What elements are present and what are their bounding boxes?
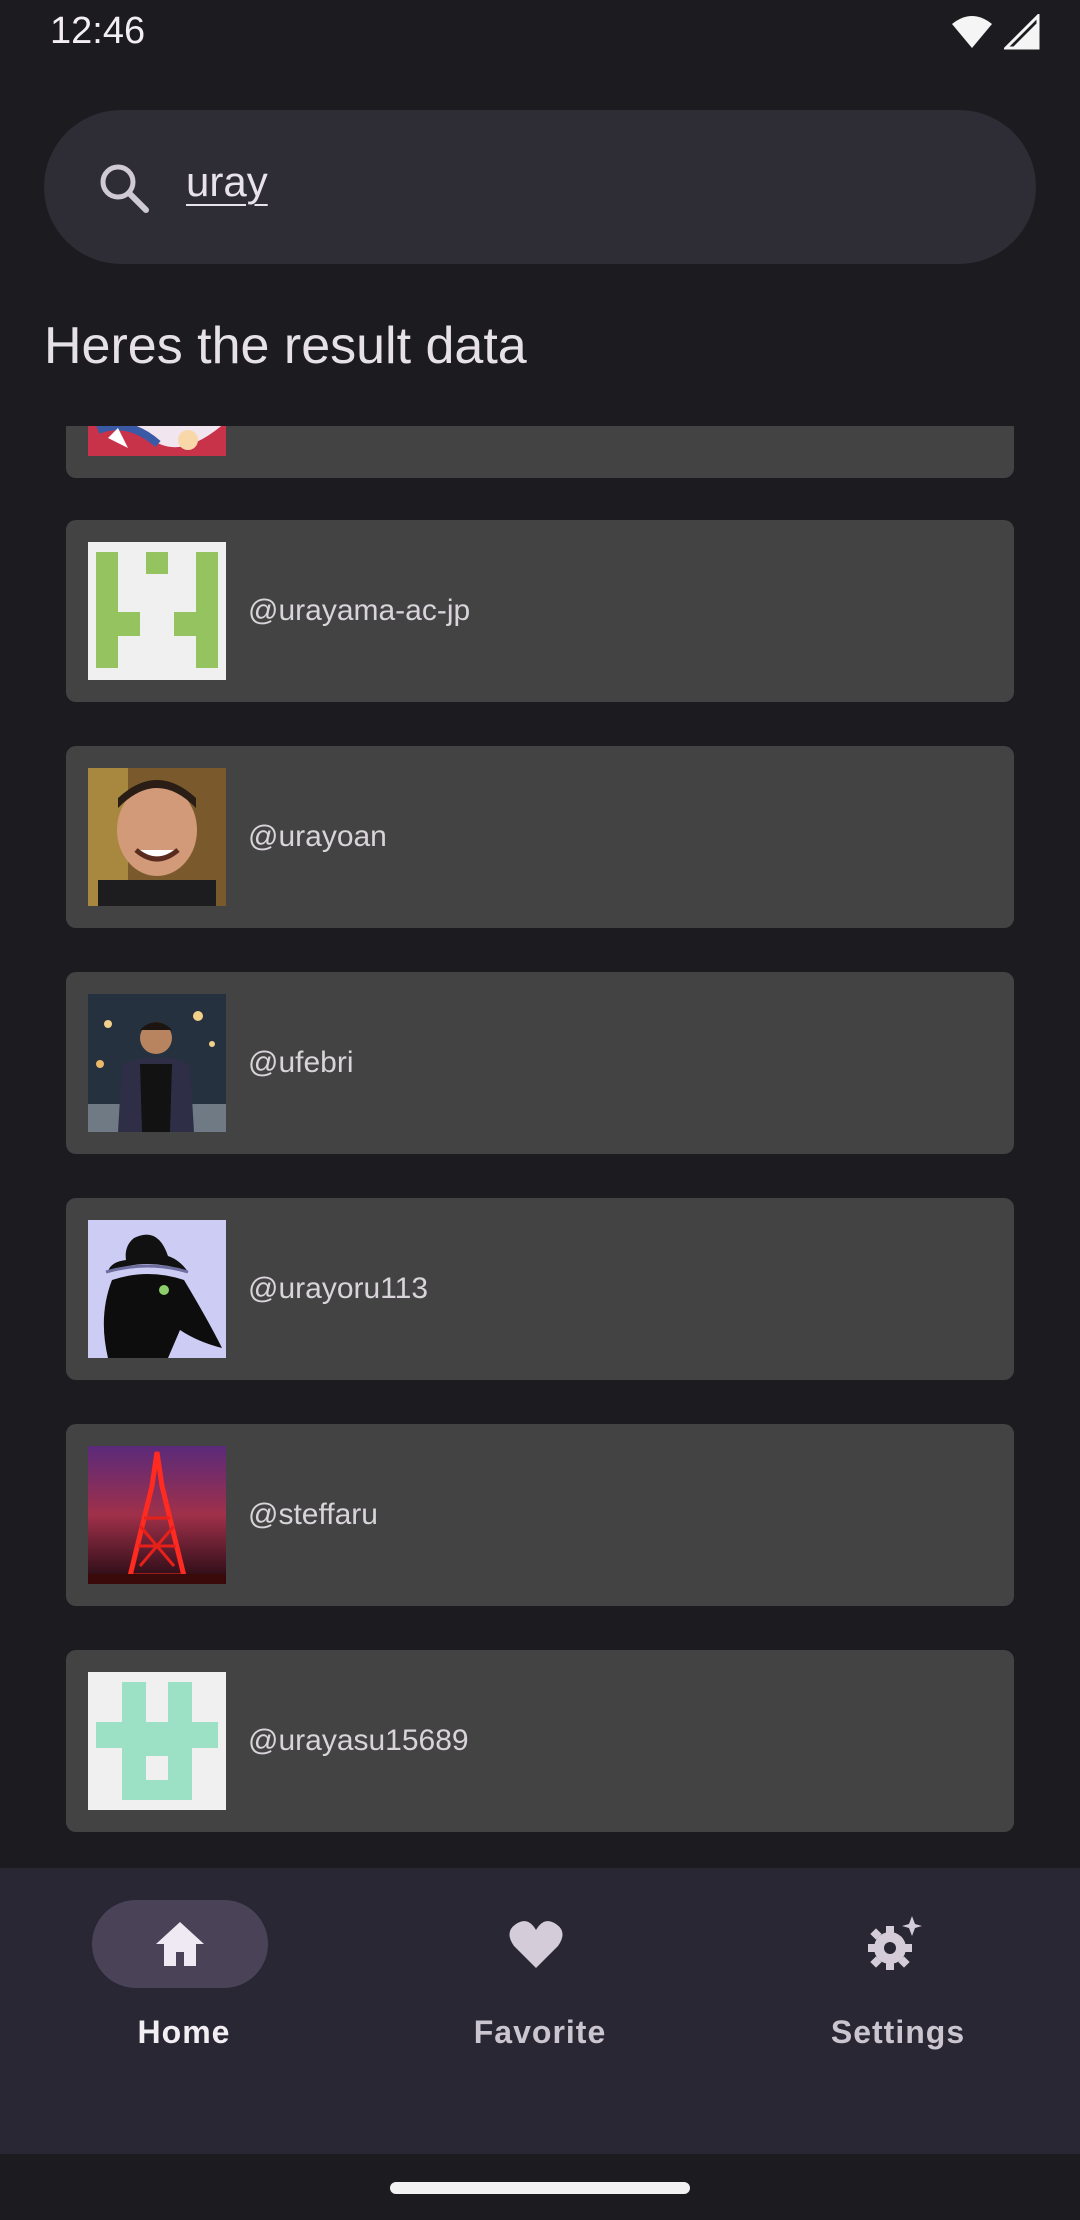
nav-item-home[interactable]: Home xyxy=(34,1900,334,2100)
list-item[interactable]: @ufebri xyxy=(66,972,1014,1154)
status-time: 12:46 xyxy=(50,10,146,52)
wifi-icon xyxy=(952,16,992,48)
list-item[interactable]: @urayama-ac-jp xyxy=(66,520,1014,702)
search-bar[interactable]: uray xyxy=(44,110,1036,264)
avatar xyxy=(88,426,226,456)
avatar xyxy=(88,1446,226,1584)
list-item[interactable]: @urayoan xyxy=(66,746,1014,928)
list-item[interactable]: @urayoru113 xyxy=(66,1198,1014,1380)
list-item[interactable] xyxy=(66,426,1014,478)
settings-sparkle-icon[interactable] xyxy=(864,1914,924,1974)
username: @urayasu15689 xyxy=(248,1724,469,1757)
username: @urayoru113 xyxy=(248,1272,428,1305)
home-icon[interactable] xyxy=(150,1914,210,1974)
list-item[interactable]: @urayasu15689 xyxy=(66,1650,1014,1832)
gesture-area xyxy=(0,2154,1080,2220)
cellular-signal-icon xyxy=(1004,14,1040,50)
nav-label-favorite[interactable]: Favorite xyxy=(390,2014,690,2051)
avatar xyxy=(88,768,226,906)
search-icon[interactable] xyxy=(96,160,152,216)
home-indicator[interactable] xyxy=(390,2182,690,2194)
status-icons xyxy=(950,14,1040,50)
nav-item-settings[interactable]: Settings xyxy=(748,1900,1048,2100)
bottom-navigation: Home Favorite Settings xyxy=(0,1868,1080,2154)
username: @ufebri xyxy=(248,1046,354,1079)
username: @steffaru xyxy=(248,1498,378,1531)
heart-icon[interactable] xyxy=(506,1914,566,1974)
nav-label-settings[interactable]: Settings xyxy=(748,2014,1048,2051)
username: @urayoan xyxy=(248,820,387,853)
avatar xyxy=(88,994,226,1132)
nav-item-favorite[interactable]: Favorite xyxy=(390,1900,690,2100)
avatar xyxy=(88,1672,226,1810)
list-item[interactable]: @steffaru xyxy=(66,1424,1014,1606)
nav-label-home[interactable]: Home xyxy=(34,2014,334,2051)
username: @urayama-ac-jp xyxy=(248,594,471,627)
search-input[interactable]: uray xyxy=(186,158,268,206)
results-title: Heres the result data xyxy=(44,317,527,375)
status-bar: 12:46 xyxy=(0,0,1080,70)
results-list[interactable]: @urayama-ac-jp @urayoan @ufebri @urayoru… xyxy=(0,426,1080,1868)
avatar xyxy=(88,1220,226,1358)
avatar xyxy=(88,542,226,680)
